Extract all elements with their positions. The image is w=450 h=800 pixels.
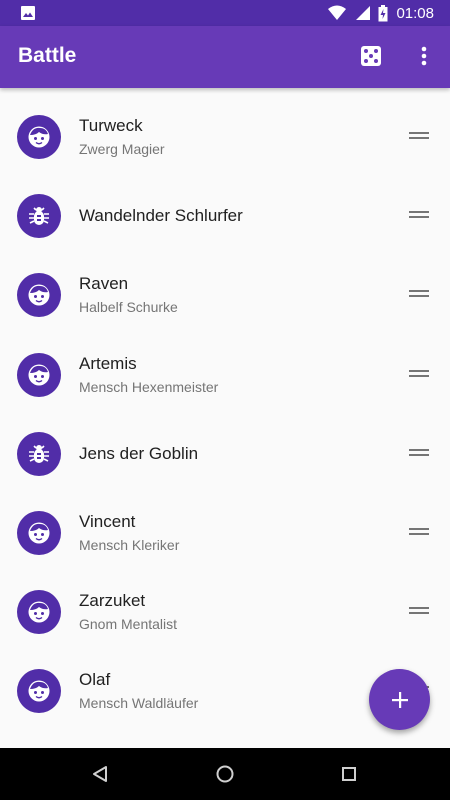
- drag-handle-icon[interactable]: [409, 290, 429, 298]
- character-avatar: [17, 194, 61, 238]
- drag-handle-icon[interactable]: [409, 607, 429, 615]
- character-avatar: [17, 590, 61, 634]
- character-avatar: [17, 432, 61, 476]
- status-time: 01:08: [396, 4, 434, 22]
- drag-handle-icon[interactable]: [409, 370, 429, 378]
- character-avatar: [17, 511, 61, 555]
- battery-icon: [378, 4, 388, 21]
- drag-handle-icon[interactable]: [409, 528, 429, 536]
- character-row[interactable]: Wandelnder Schlurfer: [0, 176, 450, 255]
- character-avatar: [17, 115, 61, 159]
- roll-dice-button[interactable]: [357, 42, 385, 70]
- wifi-icon: [328, 5, 347, 20]
- app-bar: Battle: [0, 26, 450, 88]
- character-name: Vincent: [79, 512, 136, 531]
- character-row[interactable]: Jens der Goblin: [0, 414, 450, 493]
- character-name: Olaf: [79, 670, 111, 689]
- character-subtitle: Halbelf Schurke: [79, 299, 178, 315]
- home-circle-icon: [216, 765, 234, 783]
- character-avatar: [17, 669, 61, 713]
- face-icon: [28, 126, 50, 148]
- character-avatar: [17, 273, 61, 317]
- more-options-button[interactable]: [410, 40, 438, 72]
- more-vert-icon: [421, 46, 427, 66]
- signal-icon: [356, 6, 371, 20]
- bug-icon: [29, 445, 49, 463]
- system-navigation-bar: [0, 748, 450, 800]
- back-button[interactable]: [87, 761, 113, 787]
- face-icon: [28, 364, 50, 386]
- face-icon: [28, 284, 50, 306]
- face-icon: [28, 522, 50, 544]
- character-subtitle: Zwerg Magier: [79, 141, 165, 157]
- home-button[interactable]: [212, 761, 238, 787]
- character-subtitle: Mensch Kleriker: [79, 537, 180, 553]
- character-row[interactable]: Raven Halbelf Schurke: [0, 255, 450, 334]
- page-title: Battle: [18, 44, 77, 67]
- face-icon: [28, 680, 50, 702]
- recents-square-icon: [342, 767, 356, 781]
- character-name: Raven: [79, 274, 129, 293]
- plus-icon: [391, 691, 408, 708]
- character-row[interactable]: Artemis Mensch Hexenmeister: [0, 335, 450, 414]
- drag-handle-icon[interactable]: [409, 211, 429, 219]
- character-name: Jens der Goblin: [79, 444, 199, 463]
- character-subtitle: Gnom Mentalist: [79, 616, 178, 632]
- character-name: Zarzuket: [79, 591, 146, 610]
- add-character-button[interactable]: [369, 669, 430, 730]
- character-name: Wandelnder Schlurfer: [79, 206, 243, 225]
- drag-handle-icon[interactable]: [409, 132, 429, 140]
- character-avatar: [17, 353, 61, 397]
- bug-icon: [29, 207, 49, 225]
- back-triangle-icon: [93, 766, 107, 782]
- character-name: Turweck: [79, 116, 143, 135]
- character-name: Artemis: [79, 354, 137, 373]
- character-subtitle: Mensch Waldläufer: [79, 695, 199, 711]
- character-row[interactable]: Turweck Zwerg Magier: [0, 97, 450, 176]
- face-icon: [28, 601, 50, 623]
- recents-button[interactable]: [336, 761, 362, 787]
- dice-icon: [361, 46, 381, 66]
- drag-handle-icon[interactable]: [409, 449, 429, 457]
- status-bar: 01:08: [0, 0, 450, 26]
- image-notification-icon: [21, 6, 35, 20]
- character-subtitle: Mensch Hexenmeister: [79, 379, 219, 395]
- character-row[interactable]: Zarzuket Gnom Mentalist: [0, 572, 450, 651]
- character-row[interactable]: Vincent Mensch Kleriker: [0, 493, 450, 572]
